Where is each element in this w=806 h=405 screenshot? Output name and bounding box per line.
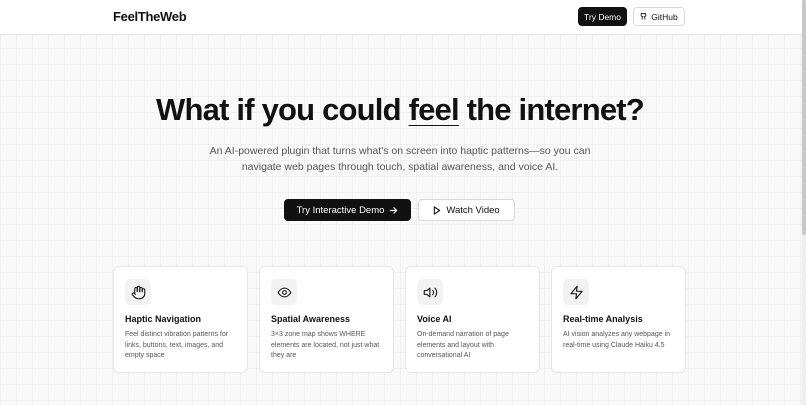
arrow-right-icon — [390, 206, 398, 214]
brand-logo[interactable]: FeelTheWeb — [113, 9, 187, 24]
eye-icon — [277, 287, 291, 297]
feature-card-real-time-analysis: Real-time Analysis AI vision analyzes an… — [551, 266, 686, 373]
feature-title: Real-time Analysis — [563, 314, 643, 324]
try-interactive-demo-label: Try Interactive Demo — [296, 204, 385, 216]
hero-subtitle-line-1: An AI-powered plugin that turns what's o… — [209, 145, 591, 157]
hand-icon — [131, 285, 145, 299]
top-nav: FeelTheWeb Try Demo GitHub — [0, 0, 802, 35]
feature-description: AI vision analyzes any webpage in real-t… — [563, 331, 671, 349]
watch-video-label: Watch Video — [446, 204, 500, 216]
hero-title-start: What if you could — [156, 92, 409, 127]
feature-card-haptic-navigation: Haptic Navigation Feel distinct vibratio… — [113, 266, 248, 373]
card-icon-container — [271, 279, 297, 305]
hero-title-emphasis: feel — [408, 92, 460, 127]
speaker-icon — [423, 287, 437, 297]
card-icon-container — [417, 279, 443, 305]
scrollbar-thumb[interactable] — [802, 0, 806, 235]
feature-description: Feel distinct vibration patterns for lin… — [125, 331, 229, 359]
github-button[interactable]: GitHub — [633, 7, 685, 26]
feature-title: Haptic Navigation — [125, 314, 202, 324]
lightning-icon — [569, 285, 583, 299]
feature-description: 3×3 zone map shows WHERE elements are lo… — [271, 331, 380, 359]
feature-title: Spatial Awareness — [271, 314, 351, 324]
feature-description: On-demand narration of page elements and… — [417, 331, 509, 359]
github-icon — [640, 13, 647, 20]
card-icon-container — [125, 279, 151, 305]
play-icon — [434, 205, 441, 215]
try-interactive-demo-button[interactable]: Try Interactive Demo — [284, 199, 411, 221]
feature-card-voice-ai: Voice AI On-demand narration of page ele… — [405, 266, 540, 373]
hero-subtitle-line-2: navigate web pages through touch, spatia… — [241, 161, 559, 173]
github-label: GitHub — [651, 11, 678, 22]
scrollbar-track[interactable] — [802, 0, 806, 405]
feature-card-spatial-awareness: Spatial Awareness 3×3 zone map shows WHE… — [259, 266, 394, 373]
hero-title-end: the internet? — [458, 92, 645, 127]
card-icon-container — [563, 279, 589, 305]
watch-video-button[interactable]: Watch Video — [418, 199, 515, 221]
hero-subtitle: An AI-powered plugin that turns what's o… — [0, 143, 800, 175]
feature-title: Voice AI — [417, 314, 452, 324]
hero-title: What if you could feel the internet? — [0, 90, 800, 130]
try-demo-button[interactable]: Try Demo — [578, 7, 627, 26]
